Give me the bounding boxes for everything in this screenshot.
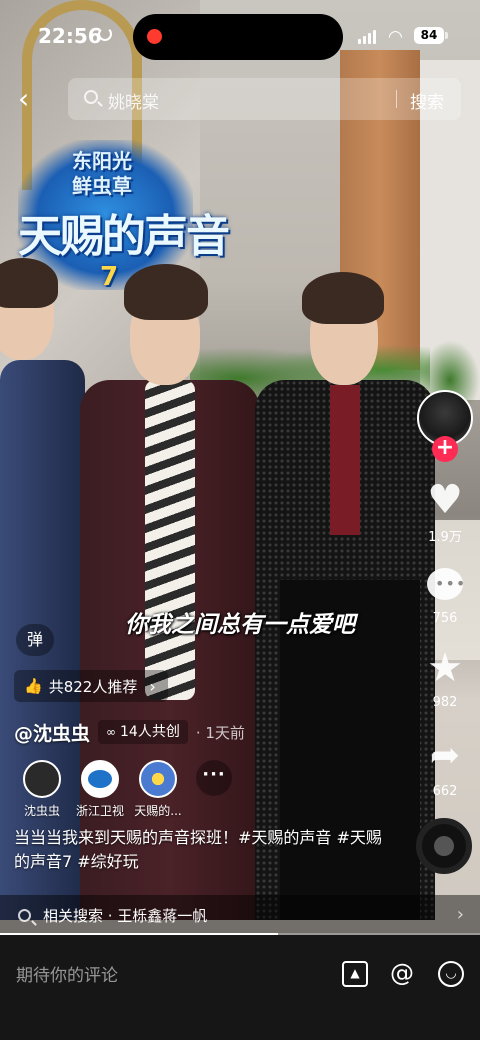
red-shirt bbox=[330, 385, 360, 535]
favorite-count: 982 bbox=[432, 695, 458, 710]
avatar bbox=[23, 760, 61, 798]
star-icon[interactable]: ★ bbox=[425, 648, 465, 688]
search-icon bbox=[84, 90, 98, 104]
signal-icon bbox=[358, 30, 378, 44]
sync-icon bbox=[98, 27, 112, 41]
avatar bbox=[139, 760, 177, 798]
coauthor-item[interactable]: 沈虫虫 bbox=[14, 760, 70, 819]
cocreate-badge[interactable]: ∞ 14人共创 bbox=[98, 720, 188, 744]
person-center-hair bbox=[124, 264, 208, 320]
thumbs-up-icon: 👍 bbox=[24, 677, 43, 695]
heart-icon[interactable]: ♥ bbox=[425, 480, 465, 520]
recording-dot-icon bbox=[147, 29, 162, 44]
battery-tip bbox=[445, 32, 448, 39]
avatar bbox=[81, 760, 119, 798]
link-icon: ∞ bbox=[106, 725, 117, 739]
at-mention-icon[interactable]: @ bbox=[389, 961, 415, 987]
search-icon bbox=[18, 908, 31, 922]
danmaku-toggle[interactable]: 弹 bbox=[16, 624, 54, 656]
cocreate-text: 14人共创 bbox=[120, 724, 180, 740]
dynamic-island bbox=[133, 14, 343, 60]
battery-icon: 84 bbox=[414, 27, 444, 44]
coauthor-name: 天赐的... bbox=[134, 804, 182, 818]
follow-plus-icon[interactable]: + bbox=[432, 436, 458, 462]
comment-icon[interactable]: ••• bbox=[425, 566, 465, 606]
search-button[interactable]: 搜索 bbox=[410, 88, 444, 113]
more-dots-icon[interactable]: ··· bbox=[196, 760, 232, 796]
author-row: @沈虫虫 ∞ 14人共创 · 1天前 bbox=[14, 718, 245, 746]
related-search-bar[interactable]: 相关搜索 · 王栎鑫蒋一帆 › bbox=[0, 895, 480, 935]
related-search-text: 相关搜索 · 王栎鑫蒋一帆 bbox=[43, 906, 208, 925]
status-bar: 22:56 ◠ 84 bbox=[0, 0, 480, 70]
share-arrow-icon[interactable]: ➦ bbox=[425, 736, 465, 776]
coauthor-item[interactable]: 浙江卫视 bbox=[72, 760, 128, 819]
comment-dots: ••• bbox=[435, 574, 467, 593]
zhejiang-tv-logo-icon bbox=[88, 770, 112, 788]
logo-text-3: 天赐的声音 bbox=[18, 211, 230, 262]
music-disc-icon[interactable] bbox=[416, 818, 472, 874]
like-count: 1.9万 bbox=[428, 530, 462, 545]
comment-input[interactable]: 期待你的评论 bbox=[16, 961, 118, 986]
coauthor-name: 浙江卫视 bbox=[75, 804, 124, 818]
video-subtitle: 你我之间总有一点爱吧 bbox=[125, 612, 355, 638]
share-count: 662 bbox=[432, 784, 458, 799]
chevron-right-icon: › bbox=[149, 676, 156, 696]
video-caption[interactable]: 当当当我来到天赐的声音探班！#天赐的声音 #天赐的声音7 #综好玩 bbox=[14, 826, 394, 874]
search-query: 姚晓棠 bbox=[108, 93, 159, 113]
chevron-right-icon: › bbox=[456, 904, 464, 925]
clock: 22:56 bbox=[38, 24, 102, 48]
wifi-icon: ◠ bbox=[388, 27, 403, 47]
person-right-hair bbox=[302, 272, 384, 324]
search-divider bbox=[396, 90, 397, 108]
back-arrow-icon[interactable]: ‹ bbox=[18, 84, 44, 114]
post-time: · 1天前 bbox=[195, 723, 245, 742]
image-icon[interactable]: ▲ bbox=[342, 961, 368, 987]
comment-bar: 期待你的评论 ▲ @ ◡ bbox=[0, 935, 480, 1040]
emoji-icon[interactable]: ◡ bbox=[438, 961, 464, 987]
recommend-pill[interactable]: 👍 共822人推荐 › bbox=[14, 670, 168, 702]
logo-text-4: 7 bbox=[100, 262, 119, 292]
recommend-text: 共822人推荐 bbox=[48, 677, 138, 696]
search-input[interactable]: 姚晓棠 搜索 bbox=[68, 78, 461, 120]
zebra-scarf bbox=[145, 380, 195, 700]
author-name[interactable]: @沈虫虫 bbox=[14, 719, 90, 746]
coauthor-name: 沈虫虫 bbox=[23, 804, 60, 818]
logo-text-2: 鲜虫草 bbox=[72, 174, 132, 198]
coauthor-item[interactable]: 天赐的... bbox=[130, 760, 186, 819]
coauthor-list: 沈虫虫 浙江卫视 天赐的... ··· bbox=[14, 760, 244, 820]
